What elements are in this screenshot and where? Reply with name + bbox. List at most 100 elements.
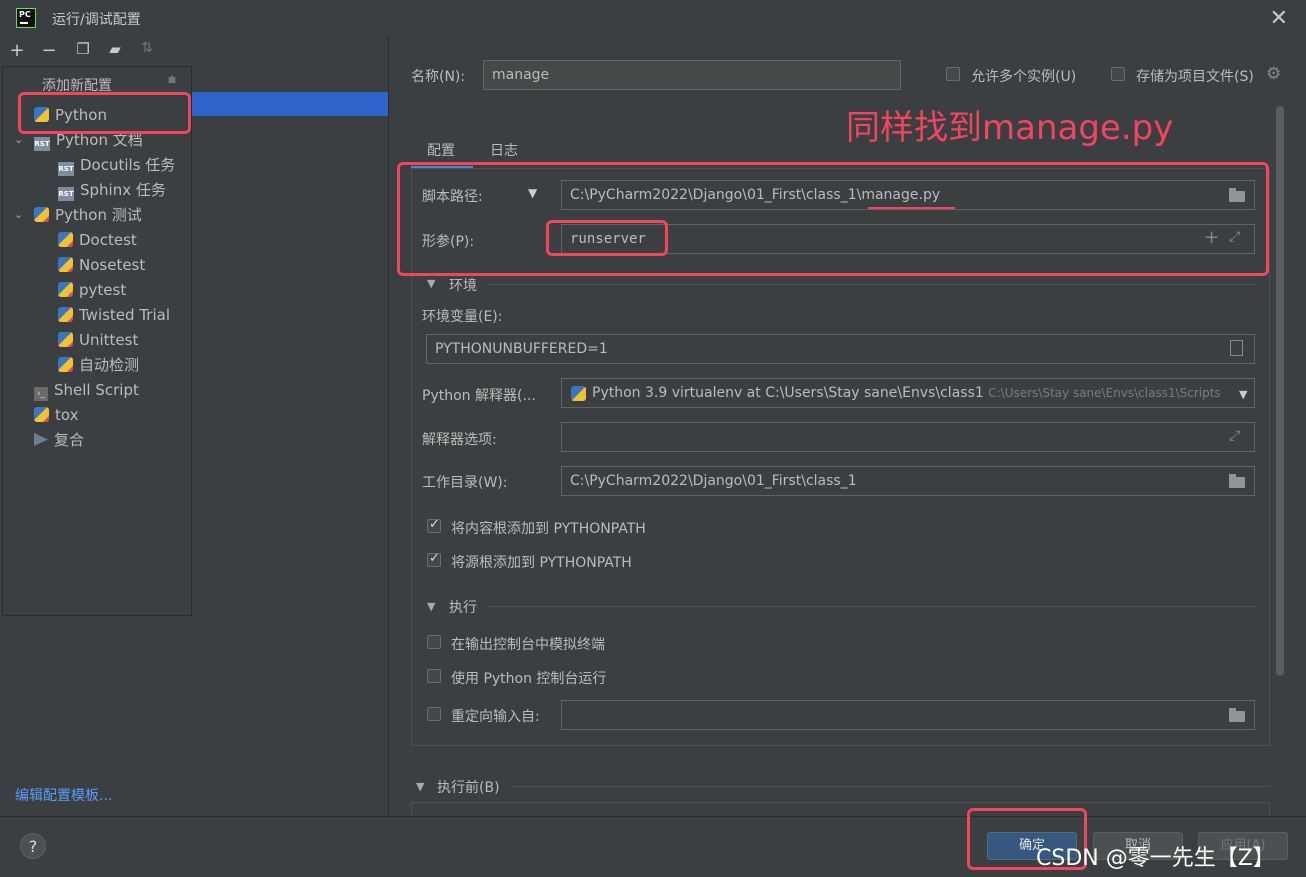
title-bar <box>0 0 1306 36</box>
python-test-icon <box>34 407 49 422</box>
before-launch-title: 执行前(B) <box>437 780 500 796</box>
tree-item-label: Docutils 任务 <box>80 156 176 174</box>
tree-item-twisted-trial[interactable]: Twisted Trial <box>58 303 170 327</box>
python-test-icon <box>58 257 73 272</box>
store-as-project-checkbox[interactable] <box>1111 67 1125 81</box>
tree-item-unittest[interactable]: Unittest <box>58 328 138 352</box>
gear-icon[interactable]: ⚙ <box>1266 64 1281 84</box>
collapse-arrow-icon[interactable]: ▼ <box>427 277 435 290</box>
env-vars-value: PYTHONUNBUFFERED=1 <box>435 341 608 357</box>
tree-item-pytest[interactable]: pytest <box>58 278 126 302</box>
redirect-input-field[interactable] <box>561 700 1255 730</box>
tree-item-docutils[interactable]: RST Docutils 任务 <box>58 153 175 177</box>
tree-item-label: 复合 <box>54 431 85 449</box>
sort-icon[interactable]: ⇅ <box>136 40 158 56</box>
rst-icon: RST <box>34 137 50 151</box>
tree-item-label: Sphinx 任务 <box>80 181 166 199</box>
tree-item-label: 自动检测 <box>79 356 140 374</box>
tree-item-label: pytest <box>79 281 127 299</box>
chevron-down-icon[interactable]: ▼ <box>1235 388 1248 401</box>
scrollbar[interactable] <box>1276 106 1284 676</box>
allow-parallel-checkbox[interactable] <box>946 67 960 81</box>
tree-item-shell-script[interactable]: ›_ Shell Script <box>34 378 139 402</box>
section-divider <box>510 786 1270 787</box>
folder-icon[interactable] <box>1229 474 1245 488</box>
rst-icon: RST <box>58 187 74 201</box>
env-vars-label: 环境变量(E): <box>422 309 503 325</box>
workdir-input[interactable]: C:\PyCharm2022\Django\01_First\class_1 <box>561 466 1255 496</box>
pycharm-logo-icon: PC <box>16 8 36 28</box>
compound-icon <box>34 433 48 446</box>
python-test-icon <box>58 357 73 372</box>
expand-arrow-icon[interactable]: ⌄ <box>14 203 23 227</box>
name-input[interactable]: manage <box>483 60 901 90</box>
window-title: 运行/调试配置 <box>52 12 141 28</box>
add-source-roots-label: 将源根添加到 PYTHONPATH <box>451 555 632 571</box>
section-divider <box>487 606 1257 607</box>
collapse-arrow-icon[interactable]: ▼ <box>427 600 435 613</box>
tree-item-python-tests[interactable]: ⌄ Python 测试 <box>14 203 142 227</box>
interp-options-input[interactable] <box>561 422 1255 452</box>
python-test-icon <box>58 307 73 322</box>
workdir-value: C:\PyCharm2022\Django\01_First\class_1 <box>570 473 857 489</box>
section-divider <box>487 284 1257 285</box>
remove-icon[interactable]: − <box>38 40 60 61</box>
clipboard-icon[interactable] <box>1230 340 1243 356</box>
run-with-console-checkbox[interactable] <box>427 669 441 683</box>
tree-item-compound[interactable]: 复合 <box>34 428 84 452</box>
exec-section-title: 执行 <box>449 600 477 616</box>
tree-item-doctest[interactable]: Doctest <box>58 228 137 252</box>
collapse-arrow-icon[interactable]: ▼ <box>416 780 424 793</box>
collapse-all-icon[interactable]: ⩧ <box>168 72 176 88</box>
env-section-title: 环境 <box>449 278 477 294</box>
workdir-label: 工作目录(W): <box>422 475 508 491</box>
tree-item-nosetest[interactable]: Nosetest <box>58 253 145 277</box>
emulate-terminal-label: 在输出控制台中模拟终端 <box>451 637 605 653</box>
highlight-script-section <box>397 162 1269 276</box>
expand-icon[interactable]: ⤢ <box>1229 428 1240 444</box>
rst-icon: RST <box>58 162 74 176</box>
env-vars-input[interactable]: PYTHONUNBUFFERED=1 <box>426 334 1255 364</box>
tree-item-label: Twisted Trial <box>79 306 170 324</box>
interpreter-value: Python 3.9 virtualenv at C:\Users\Stay s… <box>592 385 984 401</box>
tree-item-sphinx[interactable]: RST Sphinx 任务 <box>58 178 166 202</box>
redirect-input-checkbox[interactable] <box>427 707 441 721</box>
edit-templates-link[interactable]: 编辑配置模板... <box>15 785 112 805</box>
tree-item-label: Nosetest <box>79 256 146 274</box>
highlight-python <box>18 92 191 134</box>
tree-item-label: Unittest <box>79 331 139 349</box>
folder-icon[interactable] <box>1229 708 1245 722</box>
redirect-input-label: 重定向输入自: <box>451 709 540 725</box>
copy-icon[interactable]: ❐ <box>72 40 94 58</box>
watermark-text: CSDN @零一先生【Z】 <box>1036 846 1275 871</box>
tree-item-autodetect[interactable]: 自动检测 <box>58 353 139 377</box>
tab-configuration[interactable]: 配置 <box>427 140 455 160</box>
tree-item-tox[interactable]: tox <box>34 403 78 427</box>
python-test-icon <box>58 232 73 247</box>
emulate-terminal-checkbox[interactable] <box>427 635 441 649</box>
interpreter-hint: C:\Users\Stay sane\Envs\class1\Scripts <box>988 386 1221 400</box>
run-with-console-label: 使用 Python 控制台运行 <box>451 671 607 687</box>
python-icon <box>571 386 586 401</box>
interpreter-select[interactable]: Python 3.9 virtualenv at C:\Users\Stay s… <box>561 378 1255 408</box>
python-test-icon <box>34 207 49 222</box>
add-icon[interactable]: + <box>6 40 28 61</box>
python-test-icon <box>58 332 73 347</box>
selected-config-row[interactable] <box>192 92 388 116</box>
pane-divider[interactable] <box>388 36 389 816</box>
interp-options-label: 解释器选项: <box>422 432 497 448</box>
new-folder-icon[interactable]: ▰ <box>104 40 126 58</box>
add-content-roots-checkbox[interactable] <box>427 517 441 533</box>
store-as-project-label: 存储为项目文件(S) <box>1136 69 1254 85</box>
python-test-icon <box>58 282 73 297</box>
tree-item-label: Shell Script <box>54 381 139 399</box>
help-icon[interactable]: ? <box>20 833 46 859</box>
tab-logs[interactable]: 日志 <box>490 140 518 160</box>
annotation-text: 同样找到manage.py <box>846 108 1174 148</box>
add-source-roots-checkbox[interactable] <box>427 551 441 567</box>
add-content-roots-label: 将内容根添加到 PYTHONPATH <box>451 521 646 537</box>
allow-parallel-label: 允许多个实例(U) <box>971 69 1077 85</box>
close-icon[interactable]: ✕ <box>1270 6 1288 31</box>
shell-icon: ›_ <box>34 387 48 401</box>
tree-item-label: Python 测试 <box>55 206 142 224</box>
